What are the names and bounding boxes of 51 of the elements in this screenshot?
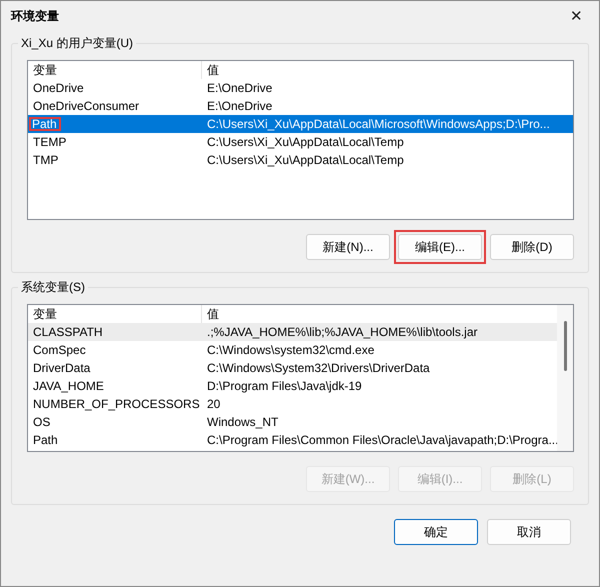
variable-value: C:\Users\Xi_Xu\AppData\Local\Temp: [206, 153, 405, 167]
variable-value: C:\Users\Xi_Xu\AppData\Local\Microsoft\WindowsApps;D:\Pro...: [206, 117, 551, 131]
variable-row[interactable]: Path C:\Program Files\Common Files\Oracle\Java\javapath;D:\Progra...: [28, 431, 557, 449]
column-header[interactable]: 值: [202, 61, 573, 79]
variable-row[interactable]: TMP C:\Users\Xi_Xu\AppData\Local\Temp: [28, 151, 573, 169]
variable-row[interactable]: CLASSPATH .;%JAVA_HOME%\lib;%JAVA_HOME%\lib\tools.jar: [28, 323, 557, 341]
variable-name: OS: [32, 415, 52, 429]
group-label: Xi_Xu 的用户变量(U): [18, 35, 136, 52]
variable-row[interactable]: OneDriveConsumer E:\OneDrive: [28, 97, 573, 115]
column-header[interactable]: 值: [202, 305, 557, 323]
variable-name: CLASSPATH: [32, 325, 104, 339]
variable-value: C:\Windows\System32\Drivers\DriverData: [206, 361, 431, 375]
variable-name: JAVA_HOME: [32, 379, 105, 393]
variable-value: 20: [206, 397, 222, 411]
variable-row[interactable]: DriverData C:\Windows\System32\Drivers\DriverData: [28, 359, 557, 377]
dialog-button[interactable]: 确定: [394, 519, 478, 545]
dialog-button[interactable]: 编辑(E)...: [398, 234, 482, 260]
dialog-button[interactable]: 删除(D): [490, 234, 574, 260]
variable-row[interactable]: NUMBER_OF_PROCESSORS 20: [28, 395, 557, 413]
variable-row[interactable]: OneDrive E:\OneDrive: [28, 79, 573, 97]
variable-value: D:\Program Files\Java\jdk-19: [206, 379, 363, 393]
variable-name: DriverData: [32, 361, 92, 375]
variable-name: OneDriveConsumer: [32, 99, 140, 113]
variable-name: NUMBER_OF_PROCESSORS: [32, 397, 201, 411]
window-title: 环境变量: [11, 8, 59, 24]
dialog-button[interactable]: 取消: [487, 519, 571, 545]
variable-list[interactable]: 变量 值 OneDrive E:\OneDrive OneDriveConsumer E:\OneDrive Path C:\Users\Xi_Xu\AppData\Local\Microsoft\WindowsApps;D:\Pro... TEMP C:\Users\Xi_Xu\AppData\Local\Temp TMP C:\Users\Xi_Xu\AppData\Local\Temp: [27, 60, 574, 220]
variable-name: ComSpec: [32, 343, 87, 357]
variable-list[interactable]: [27, 304, 574, 452]
variable-row[interactable]: OS Windows_NT: [28, 413, 557, 431]
variable-value: E:\OneDrive: [206, 81, 274, 95]
variable-value: C:\Users\Xi_Xu\AppData\Local\Temp: [206, 135, 405, 149]
variable-name: Path: [32, 433, 59, 447]
group-label: 系统变量(S): [18, 279, 88, 296]
variable-value: C:\Windows\system32\cmd.exe: [206, 343, 376, 357]
dialog-button[interactable]: 新建(N)...: [306, 234, 390, 260]
variable-name: Path: [29, 117, 61, 131]
scrollbar[interactable]: [557, 305, 573, 451]
variable-row[interactable]: JAVA_HOME D:\Program Files\Java\jdk-19: [28, 377, 557, 395]
variable-value: E:\OneDrive: [206, 99, 274, 113]
variable-name: TMP: [32, 153, 60, 167]
variable-row[interactable]: Path C:\Users\Xi_Xu\AppData\Local\Microsoft\WindowsApps;D:\Pro...: [28, 115, 573, 133]
variable-row[interactable]: TEMP C:\Users\Xi_Xu\AppData\Local\Temp: [28, 133, 573, 151]
close-button[interactable]: ✕: [564, 5, 589, 27]
variable-name: OneDrive: [32, 81, 85, 95]
variable-value: Windows_NT: [206, 415, 280, 429]
variable-value: C:\Program Files\Common Files\Oracle\Java\javapath;D:\Progra...: [206, 433, 557, 447]
variable-row[interactable]: ComSpec C:\Windows\system32\cmd.exe: [28, 341, 557, 359]
variable-name: TEMP: [32, 135, 68, 149]
variable-value: .;%JAVA_HOME%\lib;%JAVA_HOME%\lib\tools.jar: [206, 325, 479, 339]
column-header[interactable]: 变量: [28, 61, 202, 79]
